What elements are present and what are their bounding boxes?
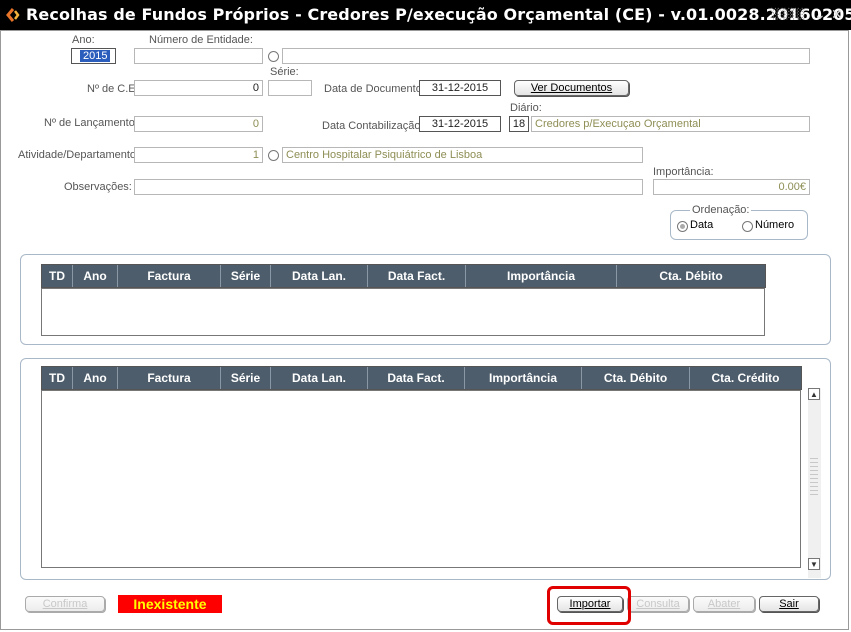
top-grid-body[interactable]: [41, 288, 765, 336]
scroll-grip-icon[interactable]: [810, 458, 818, 498]
diario-label: Diário:: [510, 102, 542, 114]
scroll-up-icon[interactable]: ▲: [808, 388, 820, 400]
column-header[interactable]: Série: [221, 265, 271, 287]
column-header[interactable]: Factura: [118, 265, 221, 287]
column-header[interactable]: Factura: [118, 367, 221, 389]
column-header[interactable]: Data Lan.: [271, 367, 368, 389]
entidade-lookup-icon[interactable]: [268, 51, 279, 62]
abater-button[interactable]: Abater: [693, 596, 755, 612]
atividade-label: Atividade/Departamento:: [18, 149, 140, 161]
close-icon[interactable]: ✕: [831, 0, 843, 30]
column-header[interactable]: Cta. Débito: [582, 367, 690, 389]
column-header[interactable]: Importância: [465, 367, 582, 389]
serie-label: Série:: [270, 66, 299, 78]
importancia-label: Importância:: [653, 166, 714, 178]
bottom-grid-scrollbar[interactable]: ▲ ▼: [808, 388, 821, 578]
column-header[interactable]: Ano: [73, 265, 118, 287]
column-header[interactable]: Importância: [466, 265, 617, 287]
ordenacao-data-label: Data: [690, 219, 714, 231]
window-grip: ░░░░░: [771, 9, 805, 20]
consulta-button[interactable]: Consulta: [627, 596, 689, 612]
data-contabilizacao-label: Data Contabilização:: [322, 120, 424, 132]
entidade-name-field[interactable]: [282, 48, 810, 64]
column-header[interactable]: TD: [42, 367, 73, 389]
observacoes-label: Observações:: [64, 181, 132, 193]
serie-field[interactable]: [268, 80, 312, 96]
title-bar: Recolhas de Fundos Próprios - Credores P…: [0, 0, 851, 30]
sair-button[interactable]: Sair: [759, 596, 819, 612]
atividade-name-field[interactable]: Centro Hospitalar Psiquiátrico de Lisboa: [282, 147, 643, 163]
column-header[interactable]: Data Fact.: [368, 367, 465, 389]
column-header[interactable]: Data Fact.: [368, 265, 466, 287]
bottom-grid-body[interactable]: [41, 390, 801, 568]
ce-label: Nº de C.E:: [87, 83, 139, 95]
scroll-down-icon[interactable]: ▼: [808, 558, 820, 570]
minimize-icon[interactable]: ⌄: [814, 0, 826, 30]
column-header[interactable]: Ano: [73, 367, 118, 389]
importancia-field[interactable]: 0.00€: [653, 179, 810, 195]
ver-documentos-button[interactable]: Ver Documentos: [514, 80, 629, 96]
lancamento-field[interactable]: 0: [134, 116, 263, 132]
data-documento-field[interactable]: 31-12-2015: [419, 80, 501, 96]
observacoes-field[interactable]: [134, 179, 643, 195]
data-contabilizacao-field[interactable]: 31-12-2015: [419, 116, 501, 132]
column-header[interactable]: Data Lan.: [271, 265, 368, 287]
diario-code-field[interactable]: 18: [509, 116, 529, 132]
column-header[interactable]: TD: [42, 265, 73, 287]
ano-label: Ano:: [72, 34, 95, 46]
ano-field[interactable]: 2015: [71, 48, 116, 64]
top-grid-header: TD Ano Factura Série Data Lan. Data Fact…: [41, 264, 766, 288]
data-documento-label: Data de Documento:: [324, 83, 425, 95]
ordenacao-numero-radio[interactable]: [742, 221, 753, 232]
column-header[interactable]: Cta. Crédito: [690, 367, 801, 389]
ordenacao-data-radio[interactable]: [677, 221, 688, 232]
ce-number-field[interactable]: 0: [134, 80, 263, 96]
bottom-grid-header: TD Ano Factura Série Data Lan. Data Fact…: [41, 366, 802, 390]
entidade-number-field[interactable]: [134, 48, 263, 64]
importar-highlight-box: [547, 586, 631, 625]
atividade-code-field[interactable]: 1: [134, 147, 263, 163]
app-logo-icon: [6, 8, 20, 22]
column-header[interactable]: Cta. Débito: [617, 265, 765, 287]
atividade-lookup-icon[interactable]: [268, 150, 279, 161]
window-title: Recolhas de Fundos Próprios - Credores P…: [26, 5, 851, 24]
status-badge: Inexistente: [118, 595, 222, 613]
column-header[interactable]: Série: [221, 367, 271, 389]
confirma-button[interactable]: Confirma: [25, 596, 105, 612]
diario-name-field[interactable]: Credores p/Execuçao Orçamental: [531, 116, 810, 132]
lancamento-label: Nº de Lançamento:: [44, 117, 138, 129]
entidade-label: Número de Entidade:: [149, 34, 253, 46]
ordenacao-numero-label: Número: [755, 219, 795, 231]
ordenacao-label: Ordenação:: [690, 204, 752, 216]
